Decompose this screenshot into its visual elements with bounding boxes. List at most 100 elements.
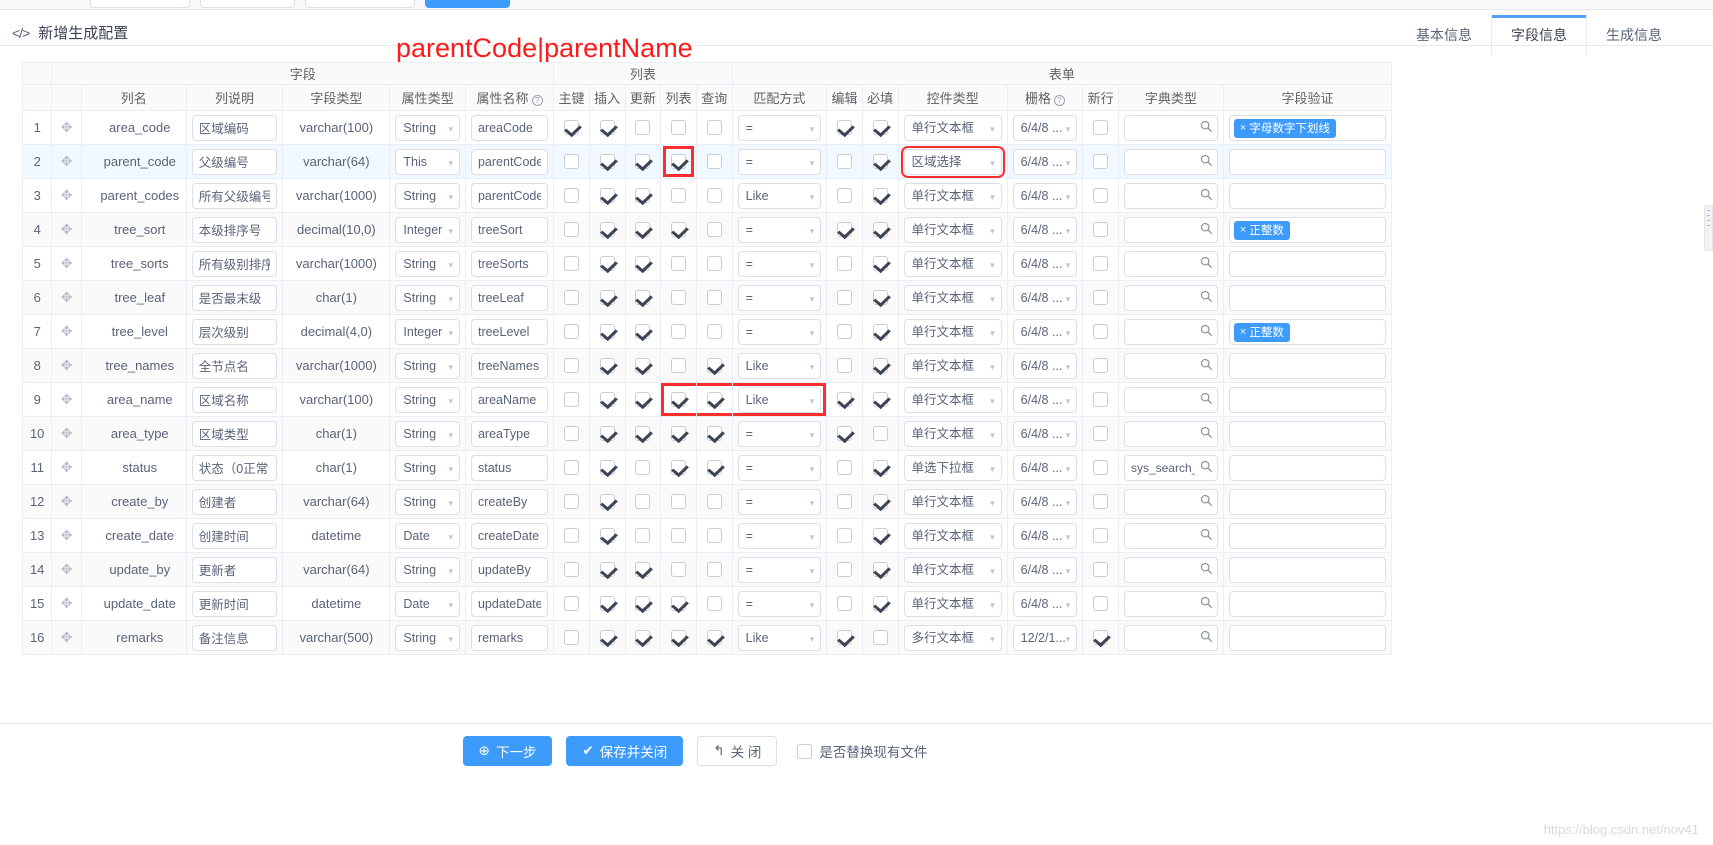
match-type-cell[interactable]: = ▾ [731, 110, 828, 145]
widget-type-cell[interactable]: 单行文本框 ▾ [897, 178, 1008, 213]
dict-type-cell[interactable] [1117, 314, 1224, 349]
update-cell[interactable] [624, 178, 662, 213]
search-icon[interactable] [1200, 188, 1213, 201]
list-cell[interactable] [660, 348, 697, 383]
tag-remove-icon[interactable]: × [1240, 326, 1246, 338]
grid-cell[interactable]: 6/4/8 ... ▾ [1006, 484, 1084, 519]
update-cell[interactable] [624, 348, 662, 383]
edit-cell[interactable] [826, 586, 863, 621]
attr-type-select[interactable]: String ▾ [395, 556, 460, 583]
query-checkbox[interactable] [706, 120, 722, 135]
widget-type-select[interactable]: 单行文本框 ▾ [903, 250, 1002, 277]
insert-cell[interactable] [588, 144, 626, 179]
widget-type-cell[interactable]: 单选下拉框 ▾ [897, 450, 1008, 485]
field-validate-input[interactable] [1228, 420, 1386, 447]
attr-type-select[interactable]: String ▾ [395, 182, 460, 209]
list-cell[interactable] [660, 212, 697, 247]
required-cell[interactable] [861, 382, 899, 417]
attr-type-cell[interactable]: String ▾ [389, 484, 466, 519]
newline-cell[interactable] [1082, 484, 1119, 519]
list-cell[interactable] [660, 620, 697, 655]
attr-type-cell[interactable]: String ▾ [389, 110, 466, 145]
search-icon[interactable] [1200, 426, 1213, 439]
newline-cell[interactable] [1082, 246, 1119, 281]
newline-checkbox[interactable] [1093, 494, 1109, 509]
field-validate-cell[interactable] [1222, 246, 1393, 281]
query-checkbox[interactable] [706, 426, 722, 441]
column-desc-cell[interactable] [185, 416, 284, 451]
column-desc-input[interactable] [191, 454, 278, 481]
required-cell[interactable] [861, 144, 899, 179]
insert-checkbox[interactable] [599, 528, 615, 543]
edit-cell[interactable] [826, 382, 863, 417]
query-checkbox[interactable] [706, 222, 722, 237]
required-cell[interactable] [861, 280, 899, 315]
match-type-cell[interactable]: = ▾ [731, 280, 828, 315]
list-checkbox[interactable] [671, 256, 687, 271]
drag-handle-icon[interactable]: ✥ [61, 459, 73, 475]
grid-select[interactable]: 6/4/8 ... ▾ [1012, 488, 1078, 515]
query-cell[interactable] [695, 110, 733, 145]
list-checkbox[interactable] [671, 528, 687, 543]
drag-handle-icon[interactable]: ✥ [61, 289, 73, 305]
required-checkbox[interactable] [872, 154, 888, 169]
newline-cell[interactable] [1082, 382, 1119, 417]
dict-type-cell[interactable] [1117, 110, 1224, 145]
tab-generate-info[interactable]: 生成信息 [1587, 15, 1681, 55]
required-cell[interactable] [861, 246, 899, 281]
search-icon[interactable] [1200, 562, 1213, 575]
query-cell[interactable] [695, 552, 733, 587]
column-desc-input[interactable] [191, 114, 278, 141]
dict-type-cell[interactable] [1117, 144, 1224, 179]
widget-type-cell[interactable]: 单行文本框 ▾ [897, 212, 1008, 247]
primary-key-checkbox[interactable] [564, 188, 579, 203]
attr-name-input[interactable] [470, 454, 549, 481]
primary-key-checkbox[interactable] [564, 562, 579, 577]
required-checkbox[interactable] [872, 358, 888, 373]
primary-key-cell[interactable] [553, 246, 590, 281]
field-validate-cell[interactable] [1222, 518, 1393, 553]
field-validate-cell[interactable] [1222, 280, 1393, 315]
insert-cell[interactable] [588, 382, 626, 417]
update-checkbox[interactable] [635, 222, 651, 237]
required-checkbox[interactable] [872, 324, 888, 339]
attr-name-input[interactable] [470, 250, 549, 277]
required-cell[interactable] [861, 450, 899, 485]
dict-type-cell[interactable] [1117, 246, 1224, 281]
field-validate-input[interactable] [1228, 624, 1386, 651]
drag-handle-icon[interactable]: ✥ [61, 221, 73, 237]
widget-type-cell[interactable]: 多行文本框 ▾ [897, 620, 1008, 655]
primary-key-checkbox[interactable] [564, 460, 579, 475]
widget-type-cell[interactable]: 单行文本框 ▾ [897, 280, 1008, 315]
attr-name-cell[interactable] [464, 314, 555, 349]
insert-checkbox[interactable] [599, 256, 615, 271]
attr-type-select[interactable]: String ▾ [395, 114, 460, 141]
grid-cell[interactable]: 6/4/8 ... ▾ [1006, 382, 1084, 417]
newline-cell[interactable] [1082, 110, 1119, 145]
row-drag-handle-cell[interactable]: ✥ [51, 586, 82, 621]
match-type-select[interactable]: = ▾ [737, 284, 822, 311]
update-cell[interactable] [624, 416, 662, 451]
match-type-cell[interactable]: Like ▾ [731, 620, 828, 655]
attr-name-cell[interactable] [464, 348, 555, 383]
grid-cell[interactable]: 6/4/8 ... ▾ [1006, 586, 1084, 621]
query-checkbox[interactable] [706, 630, 722, 645]
newline-checkbox[interactable] [1093, 392, 1109, 407]
attr-name-input[interactable] [470, 284, 549, 311]
widget-type-select[interactable]: 单行文本框 ▾ [903, 522, 1002, 549]
field-validate-input[interactable] [1228, 148, 1386, 175]
attr-type-select[interactable]: String ▾ [395, 420, 460, 447]
primary-key-checkbox[interactable] [564, 630, 579, 645]
match-type-cell[interactable]: = ▾ [731, 314, 828, 349]
edit-checkbox[interactable] [836, 426, 852, 441]
attr-name-cell[interactable] [464, 212, 555, 247]
required-cell[interactable] [861, 552, 899, 587]
primary-key-cell[interactable] [553, 382, 590, 417]
insert-checkbox[interactable] [599, 392, 615, 407]
grid-select[interactable]: 6/4/8 ... ▾ [1012, 182, 1078, 209]
primary-key-checkbox[interactable] [564, 256, 579, 271]
attr-name-input[interactable] [470, 488, 549, 515]
attr-name-cell[interactable] [464, 552, 555, 587]
column-desc-input[interactable] [191, 522, 278, 549]
column-desc-input[interactable] [191, 488, 278, 515]
